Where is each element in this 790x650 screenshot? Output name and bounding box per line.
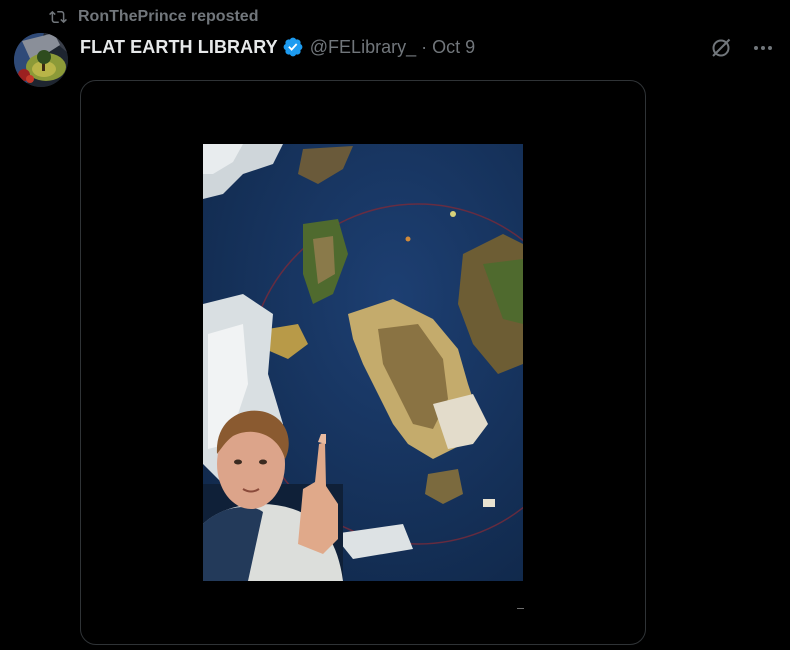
grok-icon [712, 38, 731, 57]
tweet-date[interactable]: Oct 9 [432, 37, 475, 58]
grok-button[interactable] [708, 35, 734, 61]
video-media-card[interactable] [80, 80, 646, 645]
author-display-name[interactable]: FLAT EARTH LIBRARY [80, 37, 278, 58]
video-thumbnail[interactable] [203, 144, 523, 581]
separator-dot: · [421, 36, 428, 57]
video-progress-mark [517, 608, 524, 609]
repost-label: RonThePrince reposted [78, 8, 259, 25]
more-icon [754, 46, 772, 50]
author-avatar[interactable] [14, 33, 68, 87]
repost-icon [48, 8, 68, 26]
fantasy-map-image [203, 144, 523, 581]
more-options-button[interactable] [750, 35, 776, 61]
tweet-header-actions [708, 35, 776, 61]
author-handle[interactable]: @FELibrary_ [310, 37, 416, 58]
repost-context[interactable]: RonThePrince reposted [48, 6, 258, 28]
tweet-header: FLAT EARTH LIBRARY @FELibrary_ · Oct 9 [80, 35, 475, 59]
flat-earth-avatar [14, 33, 68, 87]
verified-badge-icon[interactable] [282, 36, 304, 58]
